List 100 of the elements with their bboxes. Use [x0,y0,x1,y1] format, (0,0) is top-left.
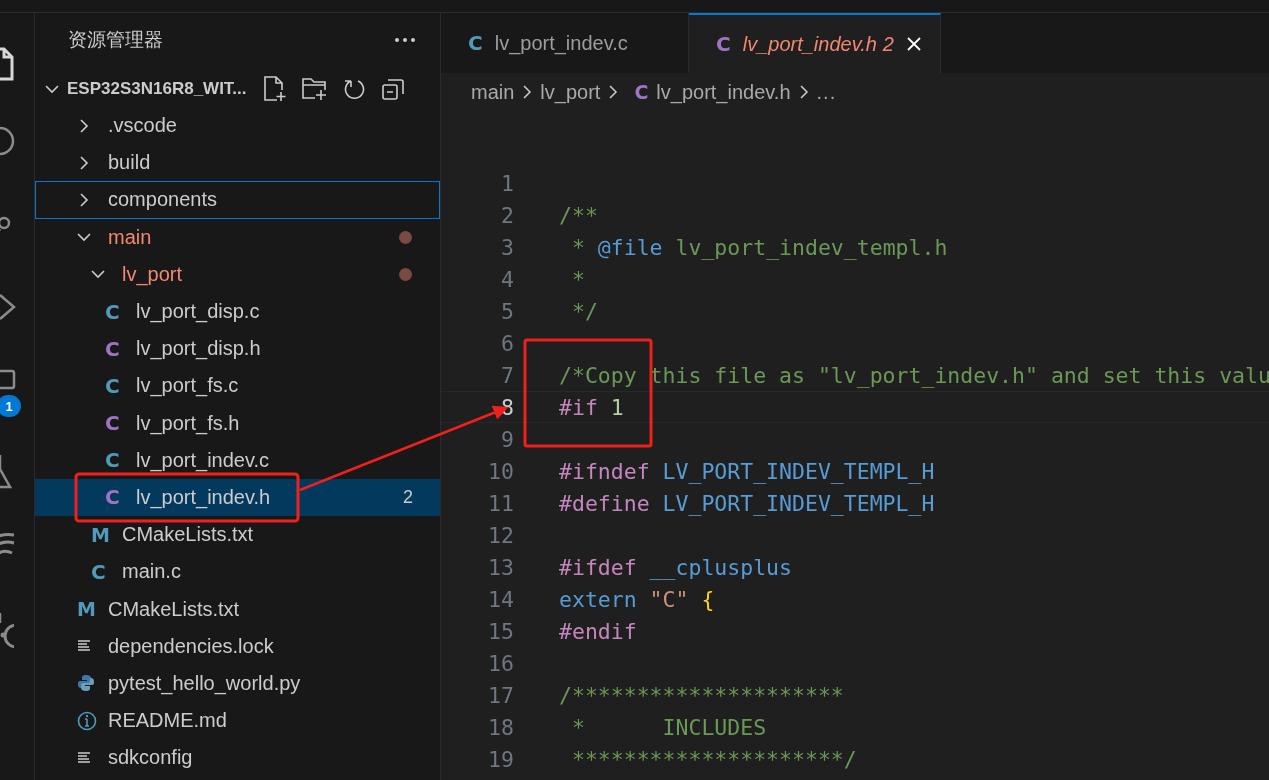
tree-item[interactable]: dependencies.lock [35,627,440,665]
file-type-icon: C [91,559,106,584]
file-name: lv_port_indev.h [136,485,271,509]
file-name: .vscode [108,114,177,138]
code-line: *********************/ [570,746,857,772]
file-type-icon: C [634,81,649,103]
line-number: 2 [500,202,514,228]
line-number: 12 [487,522,514,548]
code-line: * INCLUDES [570,714,767,740]
python-icon [77,674,95,693]
line-number: 19 [487,746,514,772]
file-name: lv_port_fs.c [136,374,239,398]
notification-badge: 1 [0,395,21,417]
breadcrumb-item[interactable]: ... [816,80,837,104]
tab-title: lv_port_indev.c [494,31,628,55]
problem-count: 2 [403,486,413,508]
file-name: main.c [122,560,181,584]
tree-item[interactable]: C main.c [35,553,440,591]
breadcrumb-item[interactable]: lv_port_indev.h [656,80,791,104]
line-number: 13 [487,554,514,580]
code-line: #ifndef LV_PORT_INDEV_TEMPL_H [559,458,935,484]
chevron-icon [522,84,533,100]
tree-item[interactable]: lv_port [35,255,440,293]
extensions-icon[interactable] [0,369,16,391]
code-line: #ifdef __cplusplus [559,554,792,580]
tree-item[interactable]: C lv_port_indev.h 2 [35,478,440,517]
line-number: 9 [500,426,514,452]
tree-item[interactable]: C lv_port_fs.h [35,404,440,442]
more-icon[interactable] [394,37,416,43]
file-type-icon: C [468,31,483,55]
flask-icon[interactable] [0,453,12,491]
code-line: extern "C" { [559,586,715,612]
code-line: #if 1 [559,394,624,420]
breadcrumb-item[interactable]: main [471,80,515,104]
code-line: #endif [559,618,637,644]
code-line: /** [559,202,598,228]
tree-item[interactable]: C lv_port_fs.c [35,367,440,405]
panel-title: 资源管理器 [68,28,163,52]
tab-title: lv_port_indev.h [742,32,877,56]
run-icon[interactable] [0,293,16,321]
file-name: sdkconfig [108,746,193,770]
file-type-icon: C [105,373,120,398]
file-name: lv_port_disp.c [136,300,260,324]
tree-item[interactable]: README.md [35,702,440,740]
line-number: 16 [487,650,514,676]
info-icon [77,710,97,731]
file-type-icon: C [105,411,120,436]
tree-item[interactable]: main [35,218,440,256]
new-file-icon[interactable] [262,75,287,102]
line-number: 6 [500,330,514,356]
tree-item[interactable]: sdkconfig [35,739,440,777]
chevron-icon [798,84,809,100]
tree-item[interactable]: components [35,181,440,219]
editor-tab[interactable]: C lv_port_indev.h 2 [689,13,941,73]
tree-item[interactable]: C lv_port_disp.c [35,292,440,331]
close-icon[interactable] [906,36,922,52]
line-number: 15 [487,618,514,644]
breadcrumb-item[interactable]: lv_port [540,80,601,104]
code-line: */ [570,298,598,324]
file-name: dependencies.lock [108,634,274,658]
file-name: README.md [108,709,227,733]
file-type-icon: C [716,32,731,56]
problem-count: 2 [882,32,894,56]
tree-item[interactable]: .vscode [35,107,440,145]
tree-item[interactable]: C lv_port_disp.h [35,330,440,368]
file-type-icon: M [77,598,96,621]
collapse-all-icon[interactable] [380,76,405,101]
chevron-icon [608,84,619,100]
tree-item[interactable]: pytest_hello_world.py [35,664,440,702]
file-type-icon: C [105,299,120,324]
line-number: 1 [500,170,514,196]
tree-item[interactable]: build [35,144,440,182]
file-name: lv_port_fs.h [136,411,240,435]
tree-item[interactable]: C lv_port_indev.c [35,441,440,479]
code-line: * @file lv_port_indev_templ.h [570,234,948,260]
file-type-icon: M [91,523,110,546]
file-name: lv_port_indev.c [136,448,270,472]
line-number: 18 [487,714,514,740]
line-number: 17 [487,682,514,708]
file-name: components [108,188,217,212]
file-type-icon: C [105,485,120,510]
code-line: #define LV_PORT_INDEV_TEMPL_H [559,490,935,516]
line-number: 14 [487,586,514,612]
line-number: 4 [500,266,514,292]
tree-item[interactable]: M CMakeLists.txt [35,516,440,554]
new-folder-icon[interactable] [300,75,329,102]
file-name: main [108,225,152,249]
line-number: 5 [500,298,514,324]
workspace-name[interactable]: ESP32S3N16R8_WIT... [67,78,247,99]
search-icon[interactable] [0,125,16,157]
code-line: /********************* [559,682,844,708]
file-name: build [108,151,151,175]
lines-icon [77,750,91,765]
line-number: 3 [500,234,514,260]
file-name: CMakeLists.txt [122,523,254,547]
file-type-icon: C [105,336,120,361]
line-number: 7 [500,362,514,388]
file-name: lv_port_disp.h [136,337,261,361]
tree-item[interactable]: M CMakeLists.txt [35,590,440,628]
line-number: 10 [487,458,514,484]
